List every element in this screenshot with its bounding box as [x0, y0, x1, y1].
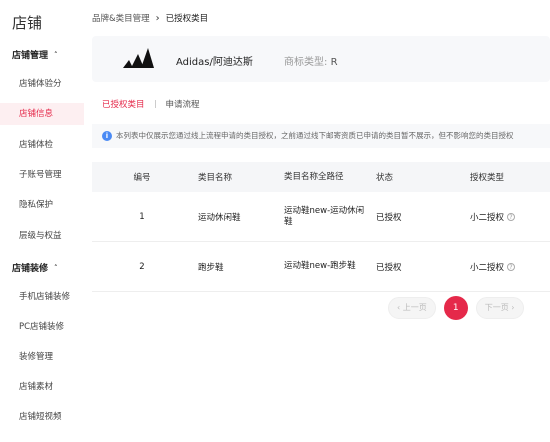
sidebar-item-levels[interactable]: 层级与权益 — [0, 225, 84, 247]
sidebar-item-decoration-management[interactable]: 装修管理 — [0, 346, 84, 368]
brand-name: Adidas/阿迪达斯 — [176, 57, 253, 68]
help-icon[interactable]: ? — [507, 263, 516, 271]
auth-type-text: 小二授权 — [470, 212, 505, 223]
sidebar-item-pc-decoration[interactable]: PC店铺装修 — [0, 316, 84, 338]
sidebar-group-shop-management[interactable]: 店铺管理 ˄ — [12, 48, 58, 62]
sidebar-item-privacy[interactable]: 隐私保护 — [0, 194, 84, 216]
chevron-up-icon: ˄ — [54, 50, 58, 59]
auth-type-text: 小二授权 — [470, 262, 505, 273]
main-content: 品牌&类目管理 › 已授权类目 Adidas/阿迪达斯 商标类型: R 已授权类… — [84, 0, 550, 442]
cell-auth-type: 小二授权? — [460, 261, 550, 273]
sidebar-group-label: 店铺管理 — [12, 51, 49, 61]
sidebar-item-materials[interactable]: 店铺素材 — [0, 376, 84, 398]
header-path: 类目名称全路径 — [284, 171, 344, 182]
cell-path: 运动鞋new-跑步鞋 — [284, 261, 356, 271]
tabs: 已授权类目 申请流程 — [102, 98, 200, 110]
sidebar-item-experience-score[interactable]: 店铺体验分 — [0, 73, 84, 95]
sidebar-item-short-videos[interactable]: 店铺短视频 — [0, 406, 84, 428]
header-status: 状态 — [376, 173, 394, 183]
categories-table: 编号 类目名称 类目名称全路径 状态 授权类型 1 运动休闲鞋 运动鞋new-运… — [92, 162, 550, 292]
cell-status: 已授权 — [376, 212, 402, 223]
breadcrumb: 品牌&类目管理 › 已授权类目 — [92, 12, 209, 25]
pagination: ‹ 上一页 1 下一页 › — [388, 296, 524, 320]
help-icon[interactable]: ? — [507, 213, 516, 221]
breadcrumb-separator: › — [155, 12, 160, 24]
brand-card: Adidas/阿迪达斯 商标类型: R — [92, 36, 550, 82]
brand-type: 商标类型: R — [284, 53, 338, 68]
tab-divider — [154, 100, 156, 108]
tab-authorized-categories[interactable]: 已授权类目 — [102, 98, 145, 110]
chevron-up-icon: ˄ — [54, 263, 58, 272]
cell-id: 1 — [139, 211, 145, 222]
breadcrumb-current: 已授权类目 — [165, 14, 209, 24]
cell-id: 2 — [139, 261, 145, 272]
page-number-button[interactable]: 1 — [443, 296, 468, 320]
table-header: 编号 类目名称 类目名称全路径 状态 授权类型 — [92, 162, 550, 192]
brand-type-value: R — [330, 57, 338, 68]
brand-type-label: 商标类型: — [284, 57, 328, 68]
sidebar: 店铺 店铺管理 ˄ 店铺体验分 店铺信息 店铺体检 子账号管理 隐私保护 层级与… — [0, 0, 84, 442]
cell-status: 已授权 — [376, 262, 402, 273]
sidebar-item-mobile-decoration[interactable]: 手机店铺装修 — [0, 286, 84, 308]
adidas-logo — [123, 48, 154, 68]
tab-application-process[interactable]: 申请流程 — [166, 98, 200, 110]
header-name: 类目名称 — [198, 173, 233, 183]
sidebar-item-subaccounts[interactable]: 子账号管理 — [0, 164, 84, 186]
notice-text: 本列表中仅展示您通过线上流程申请的类目授权，之前通过线下邮寄资质已申请的类目暂不… — [116, 131, 514, 140]
sidebar-item-shop-info[interactable]: 店铺信息 — [0, 103, 84, 125]
cell-auth-type: 小二授权? — [460, 211, 550, 223]
sidebar-group-shop-decoration[interactable]: 店铺装修 ˄ — [12, 261, 58, 275]
cell-path: 运动鞋new-运动休闲鞋 — [284, 205, 365, 227]
cell-name: 运动休闲鞋 — [198, 212, 241, 223]
notice-banner: i 本列表中仅展示您通过线上流程申请的类目授权，之前通过线下邮寄资质已申请的类目… — [92, 124, 550, 148]
table-row: 2 跑步鞋 运动鞋new-跑步鞋 已授权 小二授权? — [92, 242, 550, 292]
sidebar-item-shop-checkup[interactable]: 店铺体检 — [0, 134, 84, 156]
header-auth-type: 授权类型 — [470, 173, 505, 183]
prev-page-button[interactable]: ‹ 上一页 — [388, 297, 436, 319]
breadcrumb-parent[interactable]: 品牌&类目管理 — [92, 12, 150, 24]
cell-name: 跑步鞋 — [198, 262, 224, 273]
next-page-button[interactable]: 下一页 › — [475, 297, 524, 319]
sidebar-title: 店铺 — [12, 14, 43, 32]
sidebar-group-label: 店铺装修 — [12, 264, 49, 274]
table-row: 1 运动休闲鞋 运动鞋new-运动休闲鞋 已授权 小二授权? — [92, 192, 550, 242]
info-icon: i — [102, 131, 112, 141]
header-id: 编号 — [133, 173, 151, 183]
